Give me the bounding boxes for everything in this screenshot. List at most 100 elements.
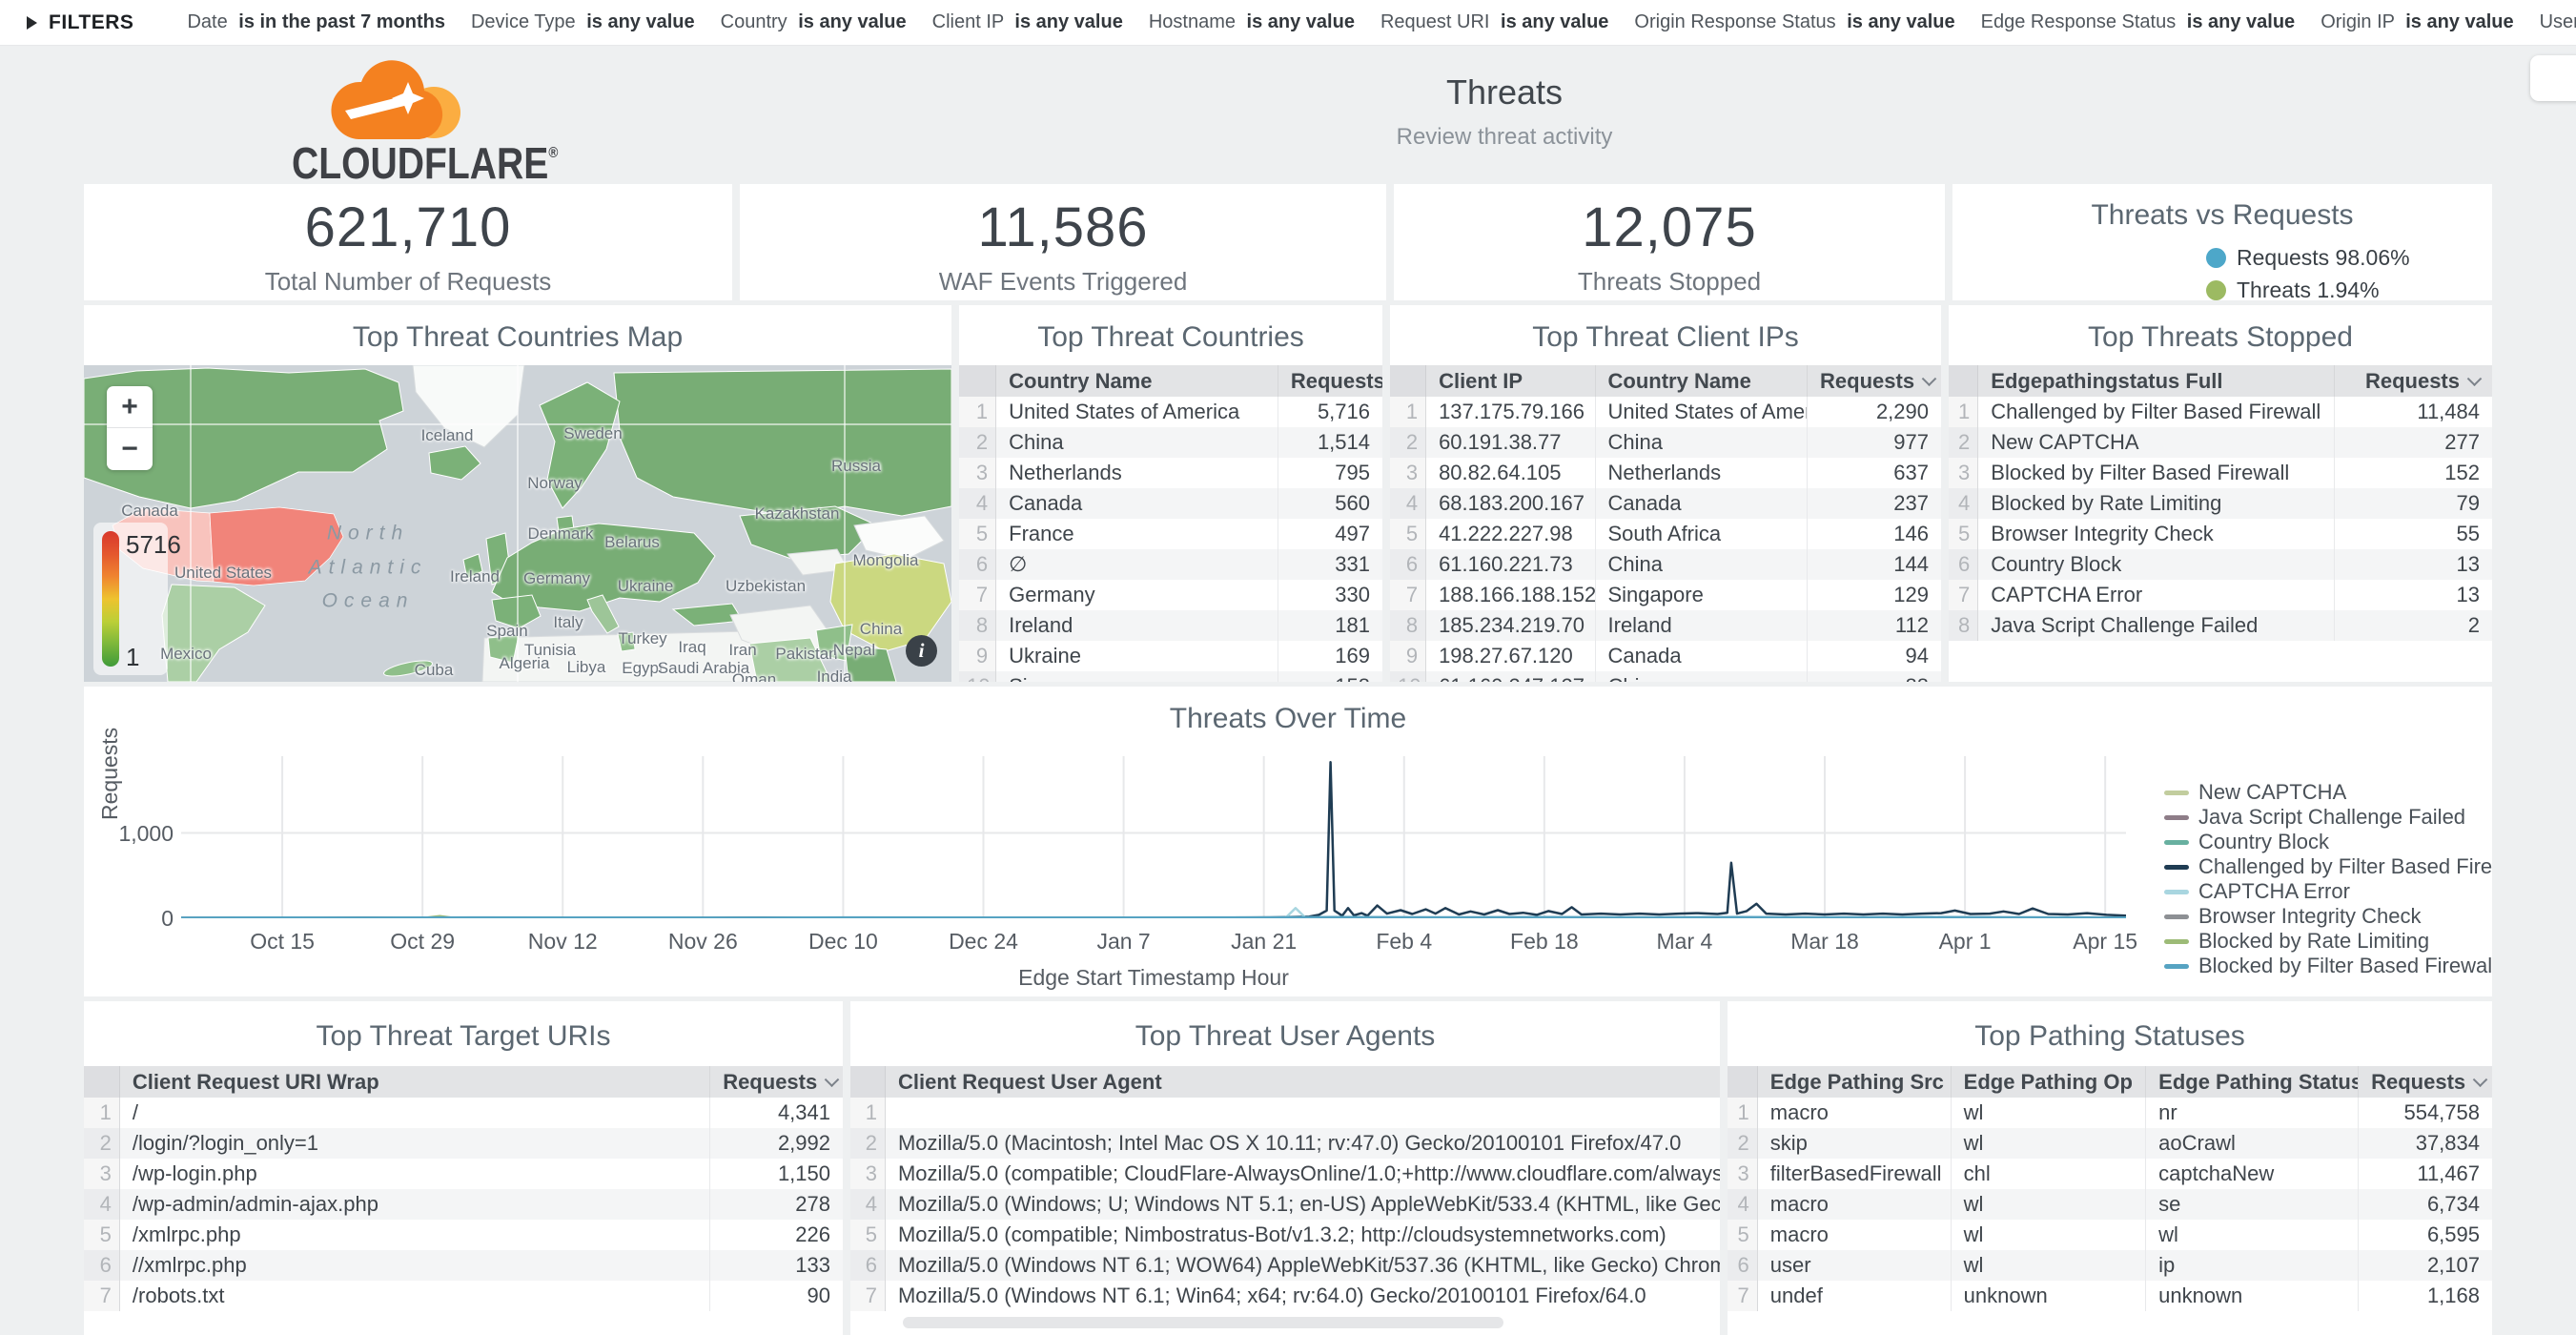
cell[interactable]: Mozilla/5.0 (Windows; U; Windows NT 5.1;… (885, 1189, 1720, 1220)
cell[interactable]: 637 (1808, 458, 1941, 488)
cell[interactable]: 61.160.221.73 (1426, 549, 1595, 580)
cell[interactable]: 55 (2335, 519, 2492, 549)
cell[interactable]: 133 (710, 1250, 843, 1281)
map-area[interactable]: NorthAtlanticOcean + − 5716 1 i CanadaUn… (84, 365, 951, 682)
cell[interactable]: Canada (1595, 641, 1808, 671)
table-row[interactable]: 3Netherlands795 (959, 458, 1382, 488)
cell[interactable]: 37,834 (2359, 1128, 2492, 1159)
cell[interactable]: 554,758 (2359, 1098, 2492, 1128)
zoom-out-button[interactable]: − (107, 428, 153, 470)
horizontal-scrollbar[interactable] (903, 1317, 1503, 1328)
cell[interactable]: 277 (2335, 427, 2492, 458)
cell[interactable]: 13 (2335, 549, 2492, 580)
cell[interactable]: unknown (2146, 1281, 2359, 1311)
table-row[interactable]: 541.222.227.98South Africa146 (1390, 519, 1941, 549)
cell[interactable]: ∅ (996, 549, 1278, 580)
table-row[interactable]: 5Mozilla/5.0 (compatible; Nimbostratus-B… (850, 1220, 1720, 1250)
cell[interactable]: New CAPTCHA (1978, 427, 2335, 458)
table-row[interactable]: 1 (850, 1098, 1720, 1128)
table-row[interactable]: 5/xmlrpc.php226 (84, 1220, 843, 1250)
cell[interactable]: 198.27.67.120 (1426, 641, 1595, 671)
cell[interactable]: China (1595, 549, 1808, 580)
cell[interactable]: 60.191.38.77 (1426, 427, 1595, 458)
map-info-icon[interactable]: i (906, 635, 937, 667)
table-row[interactable]: 3Blocked by Filter Based Firewall152 (1949, 458, 2492, 488)
cell[interactable]: /robots.txt (119, 1281, 709, 1311)
cell[interactable]: 41.222.227.98 (1426, 519, 1595, 549)
cell[interactable]: 152 (2335, 458, 2492, 488)
cell[interactable]: 90 (710, 1281, 843, 1311)
cell[interactable]: 330 (1278, 580, 1382, 610)
cell[interactable]: 11,467 (2359, 1159, 2492, 1189)
table-row[interactable]: 7undefunknownunknown1,168 (1728, 1281, 2492, 1311)
column-header[interactable]: Edge Pathing Status (2146, 1066, 2359, 1098)
cell[interactable]: ip (2146, 1250, 2359, 1281)
cell[interactable]: Mozilla/5.0 (compatible; Nimbostratus-Bo… (885, 1220, 1720, 1250)
cell[interactable]: Canada (1595, 488, 1808, 519)
corner-button[interactable] (2530, 55, 2576, 101)
table-row[interactable]: 380.82.64.105Netherlands637 (1390, 458, 1941, 488)
cell[interactable]: skip (1757, 1128, 1951, 1159)
cell[interactable]: 181 (1278, 610, 1382, 641)
cell[interactable]: 13 (2335, 580, 2492, 610)
cell[interactable]: wl (1951, 1250, 2146, 1281)
cell[interactable]: filterBasedFirewall (1757, 1159, 1951, 1189)
table-row[interactable]: 8Java Script Challenge Failed2 (1949, 610, 2492, 641)
table-row[interactable]: 661.160.221.73China144 (1390, 549, 1941, 580)
table-row[interactable]: 1137.175.79.166United States of America2… (1390, 397, 1941, 427)
cell[interactable]: CAPTCHA Error (1978, 580, 2335, 610)
cell[interactable]: Challenged by Filter Based Firewall (1978, 397, 2335, 427)
cell[interactable]: Mozilla/5.0 (Windows NT 6.1; Win64; x64;… (885, 1281, 1720, 1311)
table-row[interactable]: 260.191.38.77China977 (1390, 427, 1941, 458)
cell[interactable]: Mozilla/5.0 (Windows NT 6.1; WOW64) Appl… (885, 1250, 1720, 1281)
cell[interactable]: United States of America (996, 397, 1278, 427)
cell[interactable]: user (1757, 1250, 1951, 1281)
table-row[interactable]: 7CAPTCHA Error13 (1949, 580, 2492, 610)
cell[interactable]: 61.160.247.127 (1426, 671, 1595, 682)
table-row[interactable]: 6Mozilla/5.0 (Windows NT 6.1; WOW64) App… (850, 1250, 1720, 1281)
table-row[interactable]: 2/login/?login_only=12,992 (84, 1128, 843, 1159)
cell[interactable]: /xmlrpc.php (119, 1220, 709, 1250)
table-row[interactable]: 1/4,341 (84, 1098, 843, 1128)
table-row[interactable]: 5France497 (959, 519, 1382, 549)
cell[interactable]: 278 (710, 1189, 843, 1220)
table-row[interactable]: 4macrowlse6,734 (1728, 1189, 2492, 1220)
filters-toggle[interactable]: FILTERS (27, 11, 133, 34)
chart-legend-item[interactable]: Challenged by Filter Based Firewall (2164, 854, 2492, 879)
table-row[interactable]: 7188.166.188.152Singapore129 (1390, 580, 1941, 610)
filter-item[interactable]: Edge Response Status is any value (1981, 11, 2296, 33)
cell[interactable]: Browser Integrity Check (1978, 519, 2335, 549)
cell[interactable]: 68.183.200.167 (1426, 488, 1595, 519)
filter-item[interactable]: Date is in the past 7 months (187, 11, 445, 33)
cell[interactable]: undef (1757, 1281, 1951, 1311)
cell[interactable]: Java Script Challenge Failed (1978, 610, 2335, 641)
cell[interactable]: /login/?login_only=1 (119, 1128, 709, 1159)
cell[interactable]: 88 (1808, 671, 1941, 682)
cell[interactable]: China (1595, 671, 1808, 682)
cell[interactable]: 94 (1808, 641, 1941, 671)
table-row[interactable]: 4Canada560 (959, 488, 1382, 519)
cell[interactable]: Mozilla/5.0 (Macintosh; Intel Mac OS X 1… (885, 1128, 1720, 1159)
cell[interactable]: 497 (1278, 519, 1382, 549)
cell[interactable]: United States of America (1595, 397, 1808, 427)
cell[interactable]: //xmlrpc.php (119, 1250, 709, 1281)
chart-legend-item[interactable]: Browser Integrity Check (2164, 904, 2492, 929)
cell[interactable]: 331 (1278, 549, 1382, 580)
filter-item[interactable]: Client IP is any value (932, 11, 1123, 33)
cell[interactable]: wl (1951, 1220, 2146, 1250)
cell[interactable]: 169 (1278, 641, 1382, 671)
cell[interactable] (885, 1098, 1720, 1128)
table-row[interactable]: 1Challenged by Filter Based Firewall11,4… (1949, 397, 2492, 427)
cell[interactable]: se (2146, 1189, 2359, 1220)
column-header[interactable]: Requests (1278, 365, 1382, 397)
table-row[interactable]: 3Mozilla/5.0 (compatible; CloudFlare-Alw… (850, 1159, 1720, 1189)
chart-legend-item[interactable]: Blocked by Filter Based Firewall (2164, 954, 2492, 978)
cell[interactable]: Ireland (996, 610, 1278, 641)
table-row[interactable]: 1061.160.247.127China88 (1390, 671, 1941, 682)
cell[interactable]: Singapore (996, 671, 1278, 682)
cell[interactable]: Singapore (1595, 580, 1808, 610)
cell[interactable]: 1,168 (2359, 1281, 2492, 1311)
filter-item[interactable]: Hostname is any value (1149, 11, 1355, 33)
cell[interactable]: wl (2146, 1220, 2359, 1250)
cell[interactable]: Netherlands (1595, 458, 1808, 488)
